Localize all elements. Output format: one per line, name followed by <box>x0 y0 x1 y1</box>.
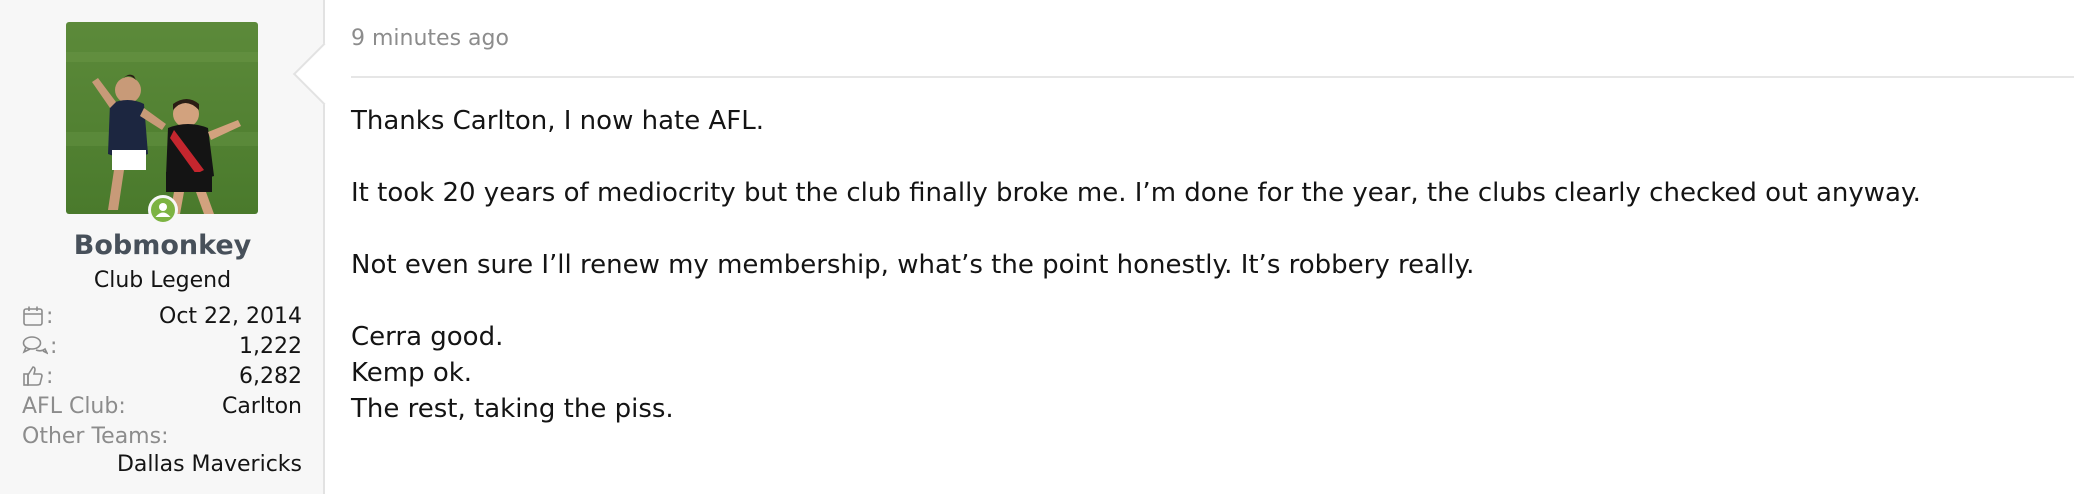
header-divider <box>351 76 2074 78</box>
thumbs-up-icon <box>23 366 43 386</box>
post-timestamp[interactable]: 9 minutes ago <box>351 26 509 51</box>
message-line: Thanks Carlton, I now hate AFL. <box>351 106 764 136</box>
stat-colon: : <box>50 333 58 359</box>
joined-date: Oct 22, 2014 <box>159 303 302 329</box>
stat-colon: : <box>46 303 54 329</box>
stat-reactions: : 6,282 <box>22 361 302 391</box>
stat-other-teams: Other Teams: <box>22 421 302 451</box>
stat-joined: : Oct 22, 2014 <box>22 301 302 331</box>
forum-post: Bobmonkey Club Legend : Oct 22, 2014: 1… <box>0 0 2074 494</box>
afl-club-value: Carlton <box>221 393 302 419</box>
message-line: Not even sure I’ll renew my membership, … <box>351 250 1475 280</box>
player-photo <box>66 22 258 214</box>
stat-colon: : <box>46 363 54 389</box>
user-title: Club Legend <box>93 268 232 293</box>
message-line: Cerra good. <box>351 322 504 352</box>
online-status-icon <box>148 195 178 225</box>
stat-afl-club: AFL Club: Carlton <box>22 391 302 421</box>
avatar[interactable] <box>66 22 258 214</box>
calendar-icon <box>23 306 43 326</box>
message-line: The rest, taking the piss. <box>351 394 674 424</box>
message-count[interactable]: 1,222 <box>239 334 302 359</box>
message-body: Thanks Carlton, I now hate AFL. It took … <box>351 103 2051 427</box>
reaction-score: 6,282 <box>239 363 302 389</box>
other-teams-value: Dallas Mavericks <box>116 452 302 477</box>
message-content: 9 minutes ago Thanks Carlton, I now hate… <box>325 0 2074 494</box>
message-line: Kemp ok. <box>351 358 473 388</box>
username-link[interactable]: Bobmonkey <box>0 230 325 261</box>
afl-club-label: AFL Club: <box>22 393 126 419</box>
other-teams-label: Other Teams: <box>22 423 169 449</box>
stat-messages: : 1,222 <box>22 331 302 361</box>
user-info-panel: Bobmonkey Club Legend : Oct 22, 2014: 1… <box>0 0 325 494</box>
message-line: It took 20 years of mediocrity but the c… <box>351 178 1921 208</box>
messages-icon <box>22 336 48 355</box>
